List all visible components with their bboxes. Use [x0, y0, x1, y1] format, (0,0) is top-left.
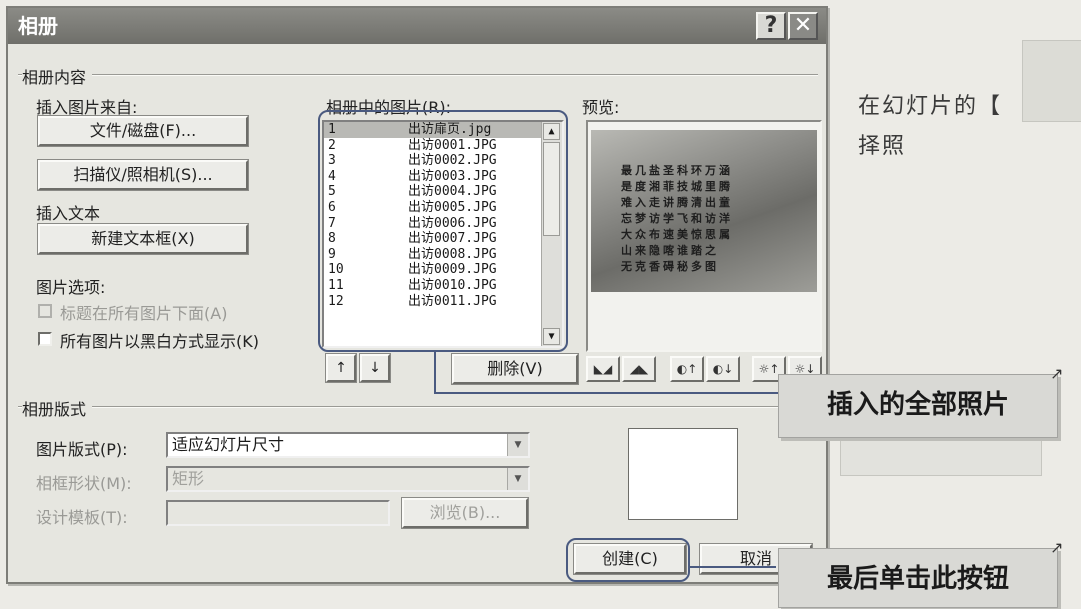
move-up-button[interactable]: ↑ — [325, 353, 357, 383]
album-layout-divider — [18, 406, 818, 408]
preview-pane: 最几盐圣科环万涵 是度湘菲技城里腾 难入走讲腾清出童 忘梦访学飞和访洋 大众布速美惊思属… — [586, 120, 822, 352]
help-button[interactable]: ? — [756, 12, 786, 40]
pin-icon: ↗ — [1050, 538, 1064, 557]
remove-button[interactable]: 删除(V) — [451, 353, 579, 385]
background-text-line-2: 择照 — [858, 134, 907, 159]
preview-label: 预览: — [582, 98, 620, 117]
browse-button: 浏览(B)... — [401, 497, 529, 529]
picture-layout-select[interactable]: 适应幻灯片尺寸 ▼ — [166, 432, 530, 458]
frame-shape-select: 矩形 ▼ — [166, 466, 530, 492]
layout-preview-box — [628, 428, 738, 520]
insert-from-label: 插入图片来自: — [36, 98, 138, 117]
design-template-label: 设计模板(T): — [36, 508, 128, 527]
picture-layout-label: 图片版式(P): — [36, 440, 128, 459]
file-disk-button[interactable]: 文件/磁盘(F)... — [37, 115, 249, 147]
callout-click-button: 最后单击此按钮 — [778, 548, 1058, 608]
preview-text-line: 最几盐圣科环万涵 — [621, 164, 733, 177]
create-button-highlight — [566, 538, 690, 582]
pin-icon: ↗ — [1050, 364, 1064, 383]
highlight-connector-vertical — [434, 350, 436, 392]
captions-below-checkbox — [38, 304, 52, 318]
background-image-block — [1022, 40, 1081, 122]
move-down-button[interactable]: ↓ — [359, 353, 391, 383]
highlight-connector — [434, 392, 778, 394]
scanner-camera-button[interactable]: 扫描仪/照相机(S)... — [37, 159, 249, 191]
chevron-down-icon[interactable]: ▼ — [507, 434, 528, 456]
picture-layout-value: 适应幻灯片尺寸 — [172, 435, 285, 454]
preview-text-line: 是度湘菲技城里腾 — [621, 180, 733, 193]
preview-text-line: 大众布速美惊思属 — [621, 228, 733, 241]
pictures-list-highlight — [318, 110, 568, 352]
album-layout-group-label: 相册版式 — [22, 396, 93, 420]
black-white-label[interactable]: 所有图片以黑白方式显示(K) — [60, 328, 259, 352]
callout-all-photos: 插入的全部照片 — [778, 374, 1058, 438]
close-button[interactable]: ✕ — [788, 12, 818, 40]
rotate-right-icon[interactable]: ◢◣ — [622, 356, 656, 382]
contrast-down-icon[interactable]: ◐↓ — [706, 356, 740, 382]
preview-text-line: 忘梦访学飞和访洋 — [621, 212, 733, 225]
contrast-up-icon[interactable]: ◐↑ — [670, 356, 704, 382]
design-template-field — [166, 500, 390, 526]
insert-text-label: 插入文本 — [36, 204, 101, 223]
frame-shape-value: 矩形 — [172, 469, 205, 488]
new-textbox-button[interactable]: 新建文本框(X) — [37, 223, 249, 255]
captions-below-label: 标题在所有图片下面(A) — [60, 304, 228, 323]
album-content-divider — [18, 74, 818, 76]
background-text-line-1: 在幻灯片的【 — [858, 94, 1003, 119]
preview-text-line: 无克香碍秘多图 — [621, 260, 719, 273]
preview-text-line: 难入走讲腾清出童 — [621, 196, 733, 209]
picture-options-label: 图片选项: — [36, 278, 106, 297]
frame-shape-label: 相框形状(M): — [36, 474, 132, 493]
dialog-titlebar[interactable]: 相册 — [8, 8, 826, 44]
create-connector — [690, 566, 776, 568]
dialog-title: 相册 — [18, 14, 58, 38]
album-content-group-label: 相册内容 — [22, 64, 93, 88]
black-white-checkbox[interactable] — [38, 332, 52, 346]
chevron-down-icon: ▼ — [507, 468, 528, 490]
preview-image: 最几盐圣科环万涵 是度湘菲技城里腾 难入走讲腾清出童 忘梦访学飞和访洋 大众布速美惊思属… — [591, 130, 817, 292]
preview-text-line: 山来隐喀谁踏之 — [621, 244, 719, 257]
rotate-left-icon[interactable]: ◣◢ — [586, 356, 620, 382]
